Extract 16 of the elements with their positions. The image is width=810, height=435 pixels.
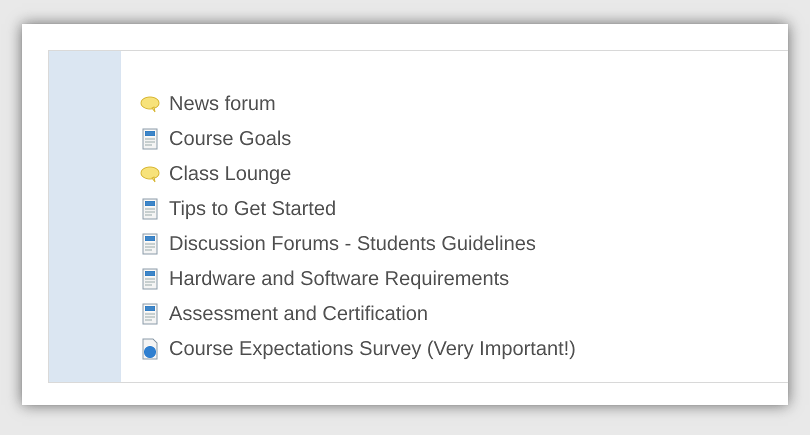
document-icon bbox=[142, 233, 158, 255]
activity-link[interactable]: Hardware and Software Requirements bbox=[169, 264, 510, 294]
activity-link[interactable]: Course Expectations Survey (Very Important!) bbox=[169, 334, 576, 364]
document-icon bbox=[142, 303, 158, 325]
activity-link[interactable]: Course Goals bbox=[169, 124, 292, 154]
activity-link[interactable]: Tips to Get Started bbox=[169, 194, 336, 224]
speech-bubble-icon bbox=[140, 165, 160, 183]
activity-link[interactable]: Assessment and Certification bbox=[169, 299, 428, 329]
document-icon bbox=[142, 268, 158, 290]
document-icon bbox=[142, 198, 158, 220]
speech-bubble-icon bbox=[140, 95, 160, 113]
document-globe-icon bbox=[142, 338, 158, 360]
activity-link[interactable]: Class Lounge bbox=[169, 159, 292, 189]
activity-link[interactable]: Discussion Forums - Students Guidelines bbox=[169, 229, 536, 259]
activity-link[interactable]: News forum bbox=[169, 89, 276, 119]
document-icon bbox=[142, 128, 158, 150]
